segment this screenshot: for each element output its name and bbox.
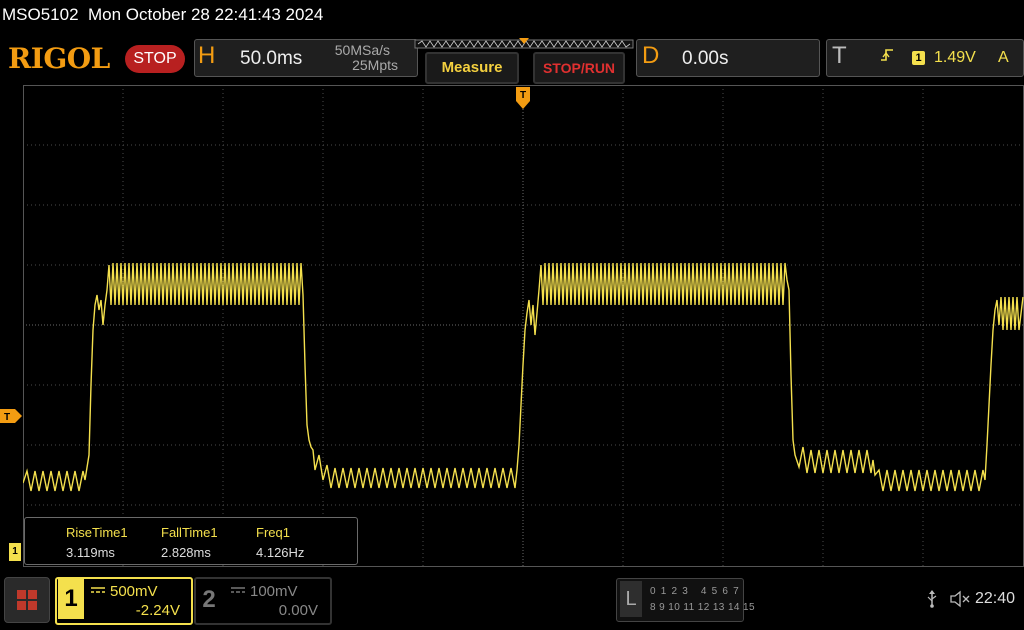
channel-2-offset: 0.00V — [278, 602, 318, 619]
stop-run-button[interactable]: STOP/RUN — [533, 52, 625, 84]
trigger-position-marker-icon[interactable]: T — [516, 87, 530, 111]
measurement-panel: RiseTime1 3.119ms FallTime1 2.828ms Freq… — [24, 517, 358, 565]
memory-depth: 25Mpts — [352, 57, 398, 73]
digital-channels-high: 8 9 10 11 12 13 14 15 — [650, 602, 755, 613]
svg-text:T: T — [520, 90, 526, 101]
waveform-display[interactable] — [23, 85, 1024, 567]
rigol-logo: RIGOL — [8, 42, 110, 75]
dc-coupling-icon — [91, 587, 105, 593]
dc-coupling-icon — [231, 587, 245, 593]
speaker-muted-icon[interactable] — [950, 590, 972, 608]
measurement-label: FallTime1 — [161, 525, 218, 540]
measurement-label: RiseTime1 — [66, 525, 128, 540]
channel-1-number: 1 — [58, 579, 84, 619]
digital-channels-low: 0 1 2 3 4 5 6 7 — [650, 586, 740, 597]
delay-value: 0.00s — [682, 48, 729, 69]
sample-rate: 50MSa/s — [334, 42, 390, 58]
trigger-label: T — [832, 42, 847, 69]
waveform-position-bar[interactable] — [414, 38, 634, 50]
trigger-level-marker-label: T — [4, 412, 10, 423]
usb-icon — [927, 590, 937, 608]
run-state-badge[interactable]: STOP — [125, 45, 185, 73]
measurement-value: 2.828ms — [161, 545, 211, 560]
measure-button[interactable]: Measure — [425, 52, 519, 84]
channel-1-scale: 500mV — [110, 583, 158, 600]
trigger-mode: A — [998, 49, 1009, 66]
horizontal-label: H — [198, 42, 216, 69]
measurement-label: Freq1 — [256, 525, 290, 540]
channel-2-number: 2 — [202, 586, 216, 613]
delay-label: D — [642, 42, 660, 69]
main-menu-button[interactable] — [4, 577, 50, 623]
channel-1-offset: -2.24V — [135, 602, 180, 619]
grid-menu-icon — [17, 590, 37, 610]
measurement-value: 3.119ms — [66, 545, 115, 560]
system-clock: 22:40 — [975, 590, 1016, 607]
measurement-value: 4.126Hz — [256, 545, 305, 560]
channel-1-offset-marker[interactable]: 1 — [9, 543, 21, 561]
trigger-level-marker-icon[interactable]: T — [0, 409, 22, 423]
trigger-source: 1 — [912, 51, 925, 65]
trigger-level: 1.49V — [934, 49, 976, 66]
rising-edge-icon — [881, 49, 893, 61]
trigger-panel[interactable] — [826, 39, 1024, 77]
title-text: MSO5102 Mon October 28 22:41:43 2024 — [2, 5, 324, 24]
channel-2-scale: 100mV — [250, 583, 298, 600]
timebase-value: 50.0ms — [240, 48, 303, 69]
logic-analyzer-label: L — [620, 581, 642, 617]
